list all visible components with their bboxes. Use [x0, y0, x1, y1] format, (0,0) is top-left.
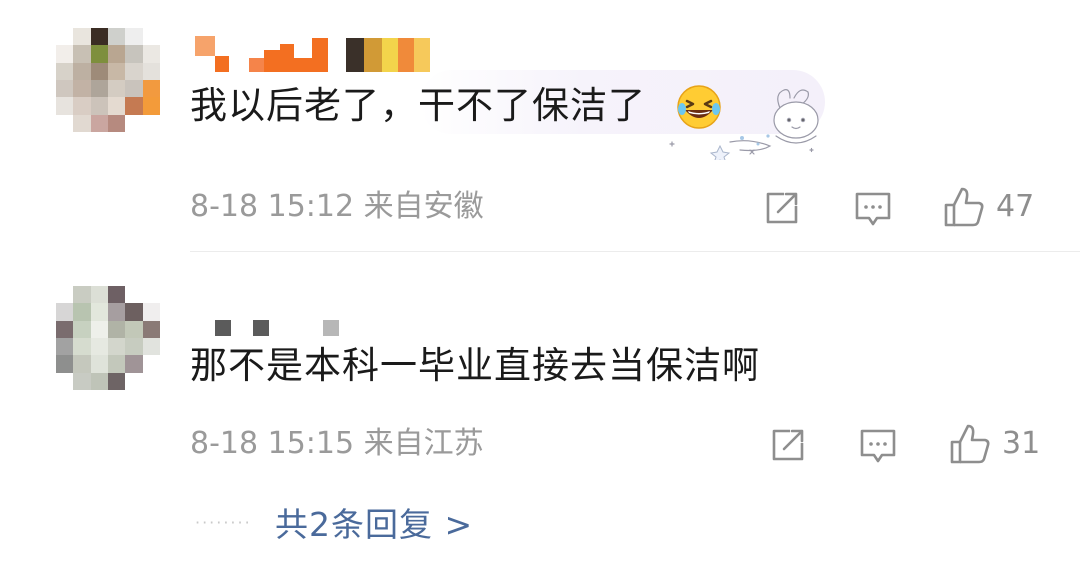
comment-text: 那不是本科一毕业直接去当保洁啊: [190, 344, 760, 387]
comment-text: 我以后老了，干不了保洁了: [190, 84, 646, 127]
divider: [190, 251, 1080, 252]
share-icon: [766, 192, 798, 224]
comment-item: 我以后老了，干不了保洁了 8-18 15:12 来自安徽 47: [0, 0, 1080, 252]
like-count: 31: [1002, 426, 1041, 461]
avatar[interactable]: [56, 286, 160, 390]
thumbs-up-icon: [950, 424, 990, 464]
comment-icon: [855, 192, 891, 226]
username[interactable]: [195, 296, 339, 336]
bunny-sticker-icon: [669, 89, 819, 160]
username[interactable]: [195, 32, 430, 72]
comment-button[interactable]: [858, 427, 898, 467]
avatar[interactable]: [56, 28, 160, 132]
share-button[interactable]: [768, 425, 808, 465]
comment-icon: [860, 429, 896, 463]
view-replies-label: 共2条回复 >: [275, 505, 474, 544]
view-replies-link[interactable]: ········ 共2条回复 >: [195, 500, 473, 544]
comment-item: 那不是本科一毕业直接去当保洁啊 8-18 15:15 来自江苏 31 ·····…: [0, 253, 1080, 580]
comment-timestamp: 8-18 15:12 来自安徽: [190, 189, 484, 224]
share-icon: [772, 429, 804, 461]
like-button[interactable]: 31: [948, 422, 1040, 466]
like-count: 47: [996, 189, 1035, 224]
reply-dots-decoration: ········: [195, 512, 252, 532]
share-button[interactable]: [762, 188, 802, 228]
comment-button[interactable]: [853, 190, 893, 230]
thumbs-up-icon: [944, 187, 984, 227]
like-button[interactable]: 47: [942, 185, 1034, 229]
comment-timestamp: 8-18 15:15 来自江苏: [190, 426, 484, 461]
